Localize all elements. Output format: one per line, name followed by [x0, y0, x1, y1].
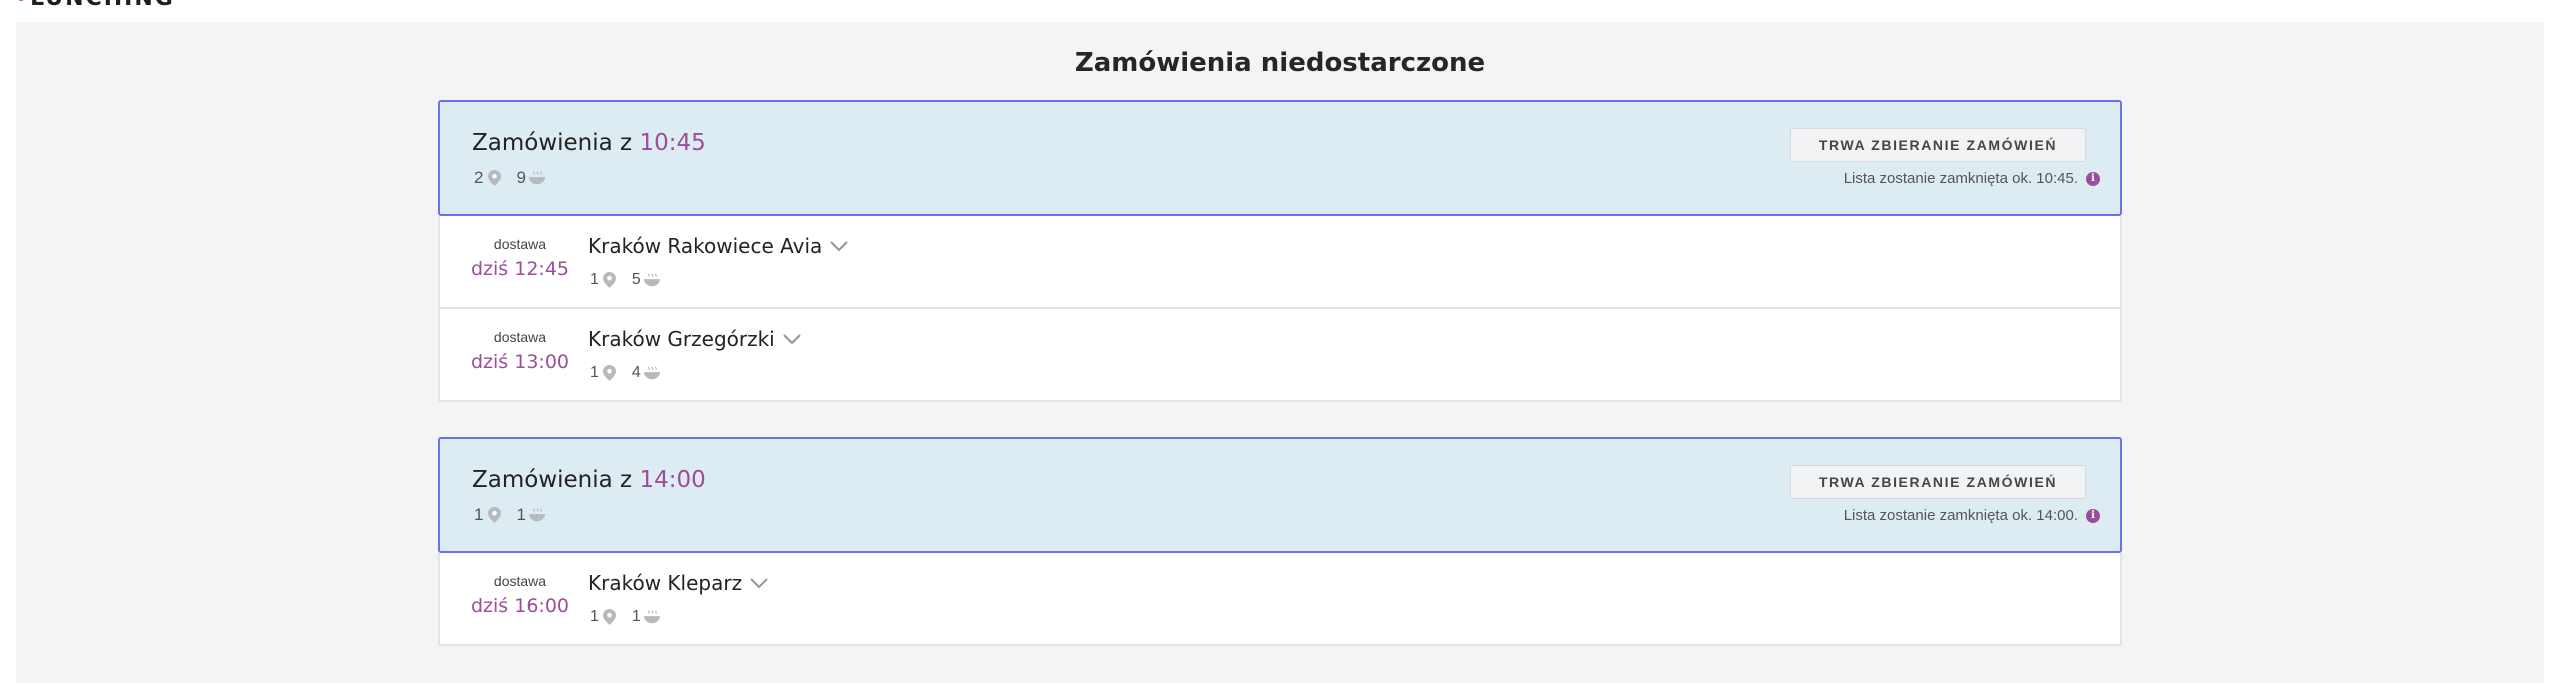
meals-count: 9	[516, 168, 545, 188]
order-group-title: Zamówienia z 10:45	[472, 130, 706, 156]
info-icon[interactable]: i	[2086, 171, 2100, 186]
meals-count: 4	[632, 364, 660, 382]
closing-note: Lista zostanie zamknięta ok. 10:45. i	[1844, 170, 2100, 187]
map-pin-icon	[602, 272, 618, 288]
bowl-icon	[643, 609, 660, 625]
map-pin-icon	[486, 170, 502, 186]
order-group-header: Zamówienia z 10:45 2 9 TRWA ZBIERANIE ZA…	[438, 100, 2122, 216]
locations-count: 1	[590, 608, 618, 626]
order-group: Zamówienia z 14:00 1 1 TRWA ZBIERANIE ZA…	[438, 437, 2122, 646]
bowl-icon	[528, 507, 545, 523]
order-group: Zamówienia z 10:45 2 9 TRWA ZBIERANIE ZA…	[438, 100, 2122, 402]
closing-note: Lista zostanie zamknięta ok. 14:00. i	[1844, 507, 2100, 524]
location-name-toggle[interactable]: Kraków Kleparz	[588, 571, 768, 595]
map-pin-icon	[602, 365, 618, 381]
map-pin-icon	[486, 507, 502, 523]
bowl-icon	[643, 272, 660, 288]
meals-count: 1	[632, 608, 660, 626]
top-navigation-bar: •LUNCHING	[0, 0, 2560, 22]
order-group-time: 14:00	[639, 467, 706, 493]
meals-count: 1	[516, 505, 545, 525]
delivery-type: dostawa	[493, 236, 547, 252]
bowl-icon	[643, 365, 660, 381]
chevron-down-icon[interactable]	[750, 577, 768, 589]
delivery-time: dziś 12:45	[470, 258, 569, 280]
delivery-stats: 1 1	[590, 608, 674, 626]
locations-count: 1	[474, 505, 502, 525]
order-group-header: Zamówienia z 14:00 1 1 TRWA ZBIERANIE ZA…	[438, 437, 2122, 553]
locations-count: 1	[590, 364, 618, 382]
delivery-time: dziś 13:00	[470, 351, 569, 373]
order-group-stats: 2 9	[474, 168, 559, 188]
chevron-down-icon[interactable]	[783, 333, 801, 345]
bowl-icon	[528, 170, 545, 186]
delivery-row: dostawa dziś 12:45 Kraków Rakowiece Avia…	[438, 216, 2122, 309]
chevron-down-icon[interactable]	[830, 240, 848, 252]
delivery-stats: 1 4	[590, 364, 674, 382]
app-logo[interactable]: •LUNCHING	[14, 0, 175, 11]
page-title: Zamówienia niedostarczone	[1074, 48, 1486, 78]
location-name-toggle[interactable]: Kraków Grzegórzki	[588, 327, 801, 351]
meals-count: 5	[632, 271, 660, 289]
info-icon[interactable]: i	[2086, 508, 2100, 523]
order-group-stats: 1 1	[474, 505, 559, 525]
locations-count: 2	[474, 168, 502, 188]
map-pin-icon	[602, 609, 618, 625]
delivery-row: dostawa dziś 16:00 Kraków Kleparz 1 1	[438, 553, 2122, 646]
delivery-type: dostawa	[493, 329, 547, 345]
order-group-time: 10:45	[639, 130, 706, 156]
order-group-title: Zamówienia z 14:00	[472, 467, 706, 493]
delivery-type: dostawa	[493, 573, 547, 589]
collecting-orders-button[interactable]: TRWA ZBIERANIE ZAMÓWIEŃ	[1790, 465, 2086, 499]
collecting-orders-button[interactable]: TRWA ZBIERANIE ZAMÓWIEŃ	[1790, 128, 2086, 162]
location-name-toggle[interactable]: Kraków Rakowiece Avia	[588, 234, 848, 258]
locations-count: 1	[590, 271, 618, 289]
delivery-stats: 1 5	[590, 271, 674, 289]
delivery-time: dziś 16:00	[470, 595, 569, 617]
delivery-row: dostawa dziś 13:00 Kraków Grzegórzki 1 4	[438, 309, 2122, 402]
